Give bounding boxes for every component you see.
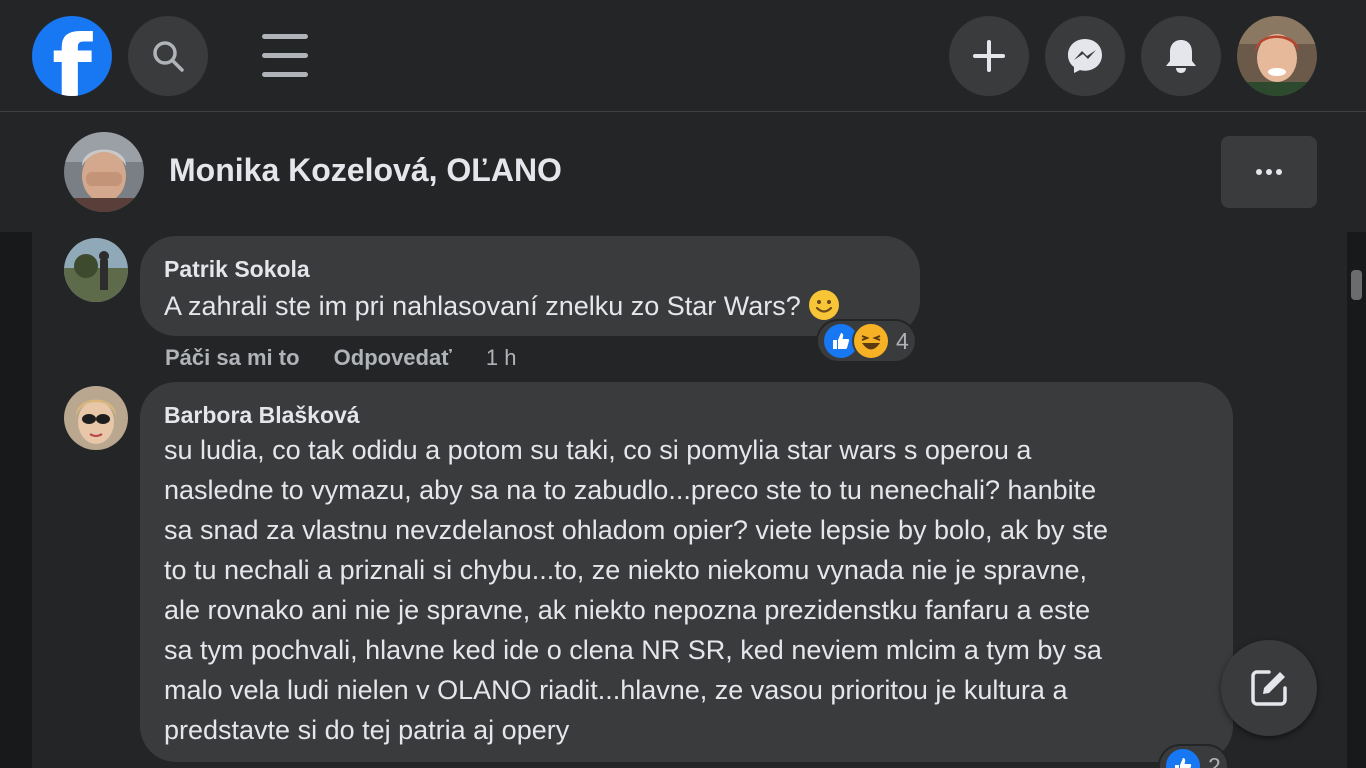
comment-timestamp[interactable]: 1 h [486,345,517,370]
comment-bubble: Barbora Blašková su ludia, co tak odidu … [140,382,1233,762]
search-icon [153,41,184,72]
compose-icon [1251,670,1287,706]
comment-avatar[interactable] [64,386,128,450]
notifications-button[interactable] [1141,16,1221,96]
comment-text-line: sa tym pochvali, hlavne ked ide o clena … [164,635,1102,665]
reaction-summary[interactable]: 4 [818,321,915,361]
reaction-summary[interactable]: 2 [1160,746,1227,768]
bell-icon [1166,40,1196,73]
comment-actions: Páči sa mi to Odpovedať 1 h [165,345,544,371]
messenger-icon [1068,39,1102,73]
page-header: Monika Kozelová, OĽANO [0,112,1366,232]
comment-text-content: A zahrali ste im pri nahlasovaní znelku … [164,291,801,321]
more-options-button[interactable] [1221,136,1317,208]
reply-button[interactable]: Odpovedať [334,345,452,370]
facebook-logo[interactable]: f [32,16,112,96]
smile-emoji-icon [809,290,840,320]
comment-text-line: to tu nechali a priznali si chybu...to, … [164,555,1088,585]
reaction-count: 4 [896,327,909,354]
comment-author[interactable]: Barbora Blašková [164,402,360,429]
facebook-logo-letter: f [52,16,93,97]
new-message-button[interactable] [1221,640,1317,736]
comments-section: Patrik Sokola A zahrali ste im pri nahla… [32,232,1347,768]
comment-text-line: malo vela ludi nielen v OLANO riadit...h… [164,675,1068,705]
comment-text-line: nasledne to vymazu, aby sa na to zabudlo… [164,475,1097,505]
comment-text: A zahrali ste im pri nahlasovaní znelku … [164,286,840,326]
comment-bubble: Patrik Sokola A zahrali ste im pri nahla… [140,236,920,336]
more-dots-icon [1256,169,1262,175]
comment-author[interactable]: Patrik Sokola [164,256,310,283]
menu-icon[interactable] [262,34,308,78]
scrollbar-thumb[interactable] [1351,270,1362,300]
comment-text-line: sa snad za vlastnu nevzdelanost ohladom … [164,515,1109,545]
scrollbar[interactable] [1347,232,1366,768]
like-button[interactable]: Páči sa mi to [165,345,300,370]
page-avatar[interactable] [64,132,144,212]
plus-icon [973,40,1005,72]
comment-text-line: ale rovnako ani nie je spravne, ak niekt… [164,595,1091,625]
reaction-count: 2 [1208,752,1221,768]
messenger-button[interactable] [1045,16,1125,96]
comment-avatar[interactable] [64,238,128,302]
comment-text: su ludia, co tak odidu a potom su taki, … [164,430,1224,750]
create-button[interactable] [949,16,1029,96]
haha-reaction-icon [852,322,890,360]
page-title[interactable]: Monika Kozelová, OĽANO [169,152,562,189]
search-button[interactable] [128,16,208,96]
like-reaction-icon [1164,747,1202,768]
top-navigation-bar: f [0,0,1366,112]
account-avatar[interactable] [1237,16,1317,96]
comment-text-line: predstavte si do tej patria aj opery [164,715,570,745]
comment-text-line: su ludia, co tak odidu a potom su taki, … [164,435,1032,465]
